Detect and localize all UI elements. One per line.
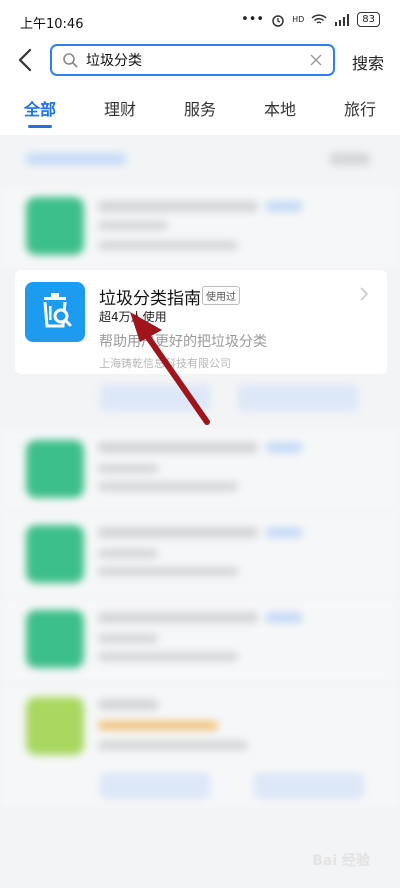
result-card[interactable]: 垃圾分类指南 使用过 超4万人使用 帮助用户更好的把垃圾分类 上海铸乾信息科技有… [15,270,387,374]
blurred-result-1 [0,187,400,267]
active-tab-indicator [28,125,52,128]
signal-icon [335,13,350,26]
blurred-line [98,442,258,453]
blurred-line [98,652,238,661]
alarm-icon [272,14,284,27]
search-icon [63,53,78,68]
blurred-result-2 [0,430,400,510]
blurred-line [98,634,158,643]
tab-finance[interactable]: 理财 [104,96,136,120]
blurred-result-5 [0,687,400,807]
search-button[interactable]: 搜索 [352,50,384,74]
results-list [0,135,400,888]
watermark: Bai 经验 [312,853,370,869]
trash-search-icon [43,293,72,328]
blurred-more-link [330,153,370,165]
blurred-tag [266,201,302,212]
blurred-app-icon [26,197,84,255]
app-name: 垃圾分类指南 [99,289,201,309]
app-developer: 上海铸乾信息科技有限公司 [99,357,231,370]
blurred-action-button [100,385,210,411]
blurred-line [98,201,258,212]
blurred-app-icon [26,610,84,668]
user-count: 超4万人使用 [99,310,167,324]
blurred-section-header [26,153,126,165]
search-input[interactable] [84,51,288,69]
app-description: 帮助用户更好的把垃圾分类 [99,334,267,350]
used-badge: 使用过 [202,286,240,305]
blurred-app-icon [26,440,84,498]
blurred-result-4 [0,600,400,680]
blurred-line [98,549,158,558]
blurred-line [98,464,158,473]
blurred-rating [98,721,218,730]
status-time: 上午10:46 [20,17,84,32]
blurred-result-3 [0,515,400,595]
clear-icon[interactable] [309,53,323,67]
chevron-right-icon [360,287,369,301]
search-field[interactable] [50,44,335,76]
blurred-line [98,221,168,230]
blurred-line [98,482,238,491]
blurred-line [98,699,158,710]
back-arrow-icon[interactable] [14,46,38,74]
category-tabs: 全部 理财 服务 本地 旅行 [0,90,400,130]
search-bar: 搜索 [0,40,400,82]
app-icon[interactable] [25,282,85,342]
battery-indicator: 83 [357,12,380,27]
blurred-line [98,527,258,538]
more-dots-icon: ••• [241,12,265,27]
blurred-line [98,567,238,576]
wifi-icon [311,13,327,24]
tab-travel[interactable]: 旅行 [344,96,376,120]
blurred-action-button [238,385,358,411]
status-bar: 上午10:46 ••• HD 83 [0,0,400,40]
blurred-app-icon [26,525,84,583]
tab-local[interactable]: 本地 [264,96,296,120]
blurred-tag [266,612,302,623]
status-icons: ••• HD 83 [241,12,380,27]
blurred-app-icon [26,697,84,755]
blurred-line [98,241,238,250]
blurred-action-button [100,773,210,799]
tab-all[interactable]: 全部 [24,96,56,120]
network-hd-label: HD [292,15,305,24]
tab-services[interactable]: 服务 [184,96,216,120]
blurred-line [98,741,248,750]
blurred-tag [266,527,302,538]
blurred-action-button [254,773,364,799]
blurred-line [98,612,258,623]
blurred-tag [266,442,302,453]
